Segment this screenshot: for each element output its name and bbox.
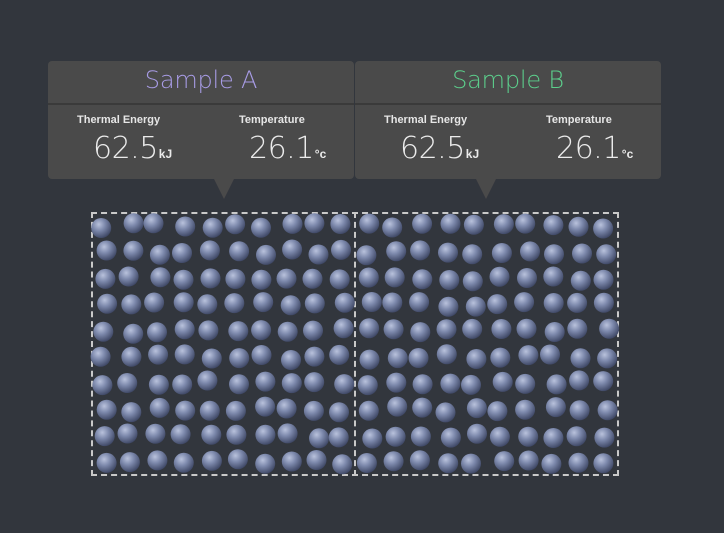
sample-b-pointer (476, 179, 496, 199)
sample-a-title: Sample A (144, 66, 258, 94)
sample-b-title: Sample B (452, 66, 564, 94)
temperature-readout: 26.1°c (249, 131, 326, 166)
temperature-unit: °c (621, 147, 634, 161)
temperature-unit: °c (314, 147, 327, 161)
sample-a-pointer (214, 179, 234, 199)
thermal-energy-readout: 62.5kJ (400, 131, 479, 166)
panel-divider (48, 103, 354, 105)
temperature-readout: 26.1°c (556, 131, 633, 166)
simulation-stage: Sample A Thermal Energy 62.5kJ Temperatu… (0, 0, 724, 533)
temperature-label: Temperature (546, 114, 612, 126)
sample-a-panel: Sample A Thermal Energy 62.5kJ Temperatu… (48, 61, 354, 199)
temperature-value: 26.1 (556, 131, 621, 166)
temperature-label: Temperature (239, 114, 305, 126)
sample-b-panel: Sample B Thermal Energy 62.5kJ Temperatu… (355, 61, 661, 199)
thermal-energy-unit: kJ (465, 147, 480, 161)
thermal-energy-value: 62.5 (400, 131, 465, 166)
thermal-energy-label: Thermal Energy (384, 114, 468, 126)
thermal-energy-unit: kJ (158, 147, 173, 161)
thermal-energy-label: Thermal Energy (77, 114, 161, 126)
container-divider (354, 212, 356, 476)
panel-divider (355, 103, 661, 105)
thermal-energy-value: 62.5 (93, 131, 158, 166)
temperature-value: 26.1 (249, 131, 314, 166)
thermal-energy-readout: 62.5kJ (93, 131, 172, 166)
